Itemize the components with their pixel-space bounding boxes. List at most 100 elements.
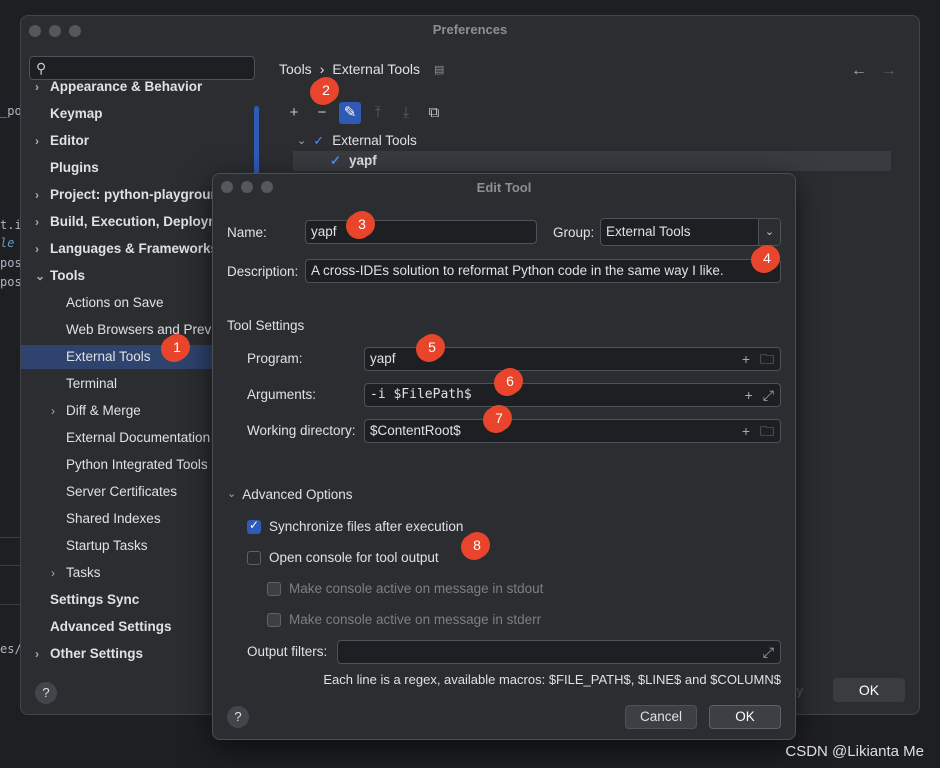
sidebar-item-label: Editor — [50, 133, 89, 148]
background-divider — [0, 565, 20, 566]
edit-tool-button[interactable]: ✎ — [339, 102, 361, 124]
cancel-button[interactable]: Cancel — [625, 705, 697, 729]
output-filters-field[interactable]: ⤢ — [337, 640, 781, 664]
back-arrow-icon[interactable]: ← — [851, 62, 867, 80]
description-field[interactable]: A cross-IDEs solution to reformat Python… — [305, 259, 781, 283]
stdout-checkbox[interactable] — [267, 581, 281, 596]
annotation-badge: 4 — [754, 245, 780, 271]
chevron-down-icon[interactable]: ⌄ — [35, 264, 45, 288]
sidebar-item-label: Settings Sync — [50, 592, 140, 607]
chevron-right-icon[interactable]: › — [35, 642, 39, 666]
chevron-down-icon[interactable]: ⌄ — [297, 131, 306, 151]
preferences-ok-button[interactable]: OK — [833, 678, 905, 702]
tool-enabled-checkbox[interactable] — [329, 151, 343, 171]
breadcrumb-root[interactable]: Tools — [279, 61, 312, 77]
watermark: CSDN @Likianta Me — [785, 743, 924, 760]
chevron-right-icon[interactable]: › — [51, 561, 55, 585]
sidebar-item-label: Tools — [50, 268, 85, 283]
sidebar-item-label: Web Browsers and Preview — [66, 322, 232, 337]
stderr-checkbox[interactable] — [267, 612, 281, 627]
breadcrumb-current: External Tools — [332, 61, 421, 77]
background-code-line: le — [0, 236, 15, 250]
stdout-label: Make console active on message in stdout — [289, 581, 544, 596]
chevron-right-icon[interactable]: › — [35, 237, 39, 261]
sidebar-item-label: Diff & Merge — [66, 403, 141, 418]
sidebar-item-label: Python Integrated Tools — [66, 457, 208, 472]
sidebar-item-label: Actions on Save — [66, 295, 164, 310]
annotation-badge: 2 — [313, 77, 339, 103]
background-code-line: es/ — [0, 642, 22, 656]
sidebar-item-label: Advanced Settings — [50, 619, 172, 634]
insert-macro-icon[interactable]: + — [745, 384, 753, 406]
breadcrumb-separator: › — [319, 61, 325, 77]
insert-macro-icon[interactable]: + — [742, 420, 750, 442]
working-directory-field[interactable]: $ContentRoot$ + 🗀 — [364, 419, 781, 443]
move-up-button[interactable]: ⤒ — [367, 102, 389, 124]
chevron-right-icon[interactable]: › — [35, 75, 39, 99]
sidebar-item[interactable]: Keymap — [21, 102, 253, 126]
dialog-title: Edit Tool — [476, 180, 532, 195]
program-field-icons: + 🗀 — [742, 348, 774, 370]
open-console-label: Open console for tool output — [269, 550, 439, 565]
dialog-help-button[interactable]: ? — [227, 706, 249, 728]
preferences-help-button[interactable]: ? — [35, 682, 57, 704]
output-filters-hint: Each line is a regex, available macros: … — [323, 672, 781, 687]
insert-macro-icon[interactable]: + — [742, 348, 750, 370]
tree-group-external-tools[interactable]: ⌄ External Tools — [297, 131, 417, 151]
expand-icon[interactable]: ⤢ — [763, 641, 774, 663]
open-console-checkbox[interactable] — [247, 550, 261, 565]
chevron-right-icon[interactable]: › — [35, 210, 39, 234]
sync-files-checkbox[interactable] — [247, 518, 261, 534]
name-label: Name: — [227, 225, 267, 240]
apply-button-fragment: y — [796, 683, 804, 698]
background-divider — [0, 537, 20, 538]
sidebar-item[interactable]: › Editor — [21, 129, 253, 153]
annotation-badge: 5 — [419, 334, 445, 360]
expand-icon[interactable]: ⤢ — [763, 384, 774, 406]
forward-arrow-icon[interactable]: → — [881, 62, 897, 80]
sidebar-item-label: External Documentation — [66, 430, 211, 445]
background-code-line: pos — [0, 275, 22, 289]
ok-button[interactable]: OK — [709, 705, 781, 729]
tree-item-yapf[interactable]: yapf — [293, 151, 891, 171]
tree-group-label: External Tools — [332, 133, 417, 148]
program-value: yapf — [370, 351, 396, 366]
browse-folder-icon[interactable]: 🗀 — [760, 420, 774, 442]
window-title: Preferences — [432, 22, 508, 37]
remove-tool-button[interactable]: − — [311, 102, 333, 124]
chevron-down-icon[interactable]: ⌄ — [758, 219, 780, 245]
chevron-right-icon[interactable]: › — [51, 399, 55, 423]
group-enabled-checkbox[interactable] — [312, 131, 326, 151]
stderr-option[interactable]: Make console active on message in stderr — [267, 612, 541, 627]
group-combobox[interactable]: External Tools ⌄ — [600, 218, 781, 246]
dialog-titlebar: Edit Tool — [213, 174, 795, 200]
sidebar-item[interactable]: › Appearance & Behavior — [21, 75, 253, 99]
sidebar-item-label: Tasks — [66, 565, 101, 580]
advanced-options-toggle[interactable]: ⌄ Advanced Options — [227, 487, 353, 502]
sidebar-item-label: Startup Tasks — [66, 538, 148, 553]
edit-tool-dialog: Edit Tool Name: yapf Group: External Too… — [212, 173, 796, 740]
sidebar-item-label: Plugins — [50, 160, 99, 175]
arguments-label: Arguments: — [247, 387, 317, 402]
annotation-badge: 8 — [464, 532, 490, 558]
sync-files-option[interactable]: Synchronize files after execution — [247, 518, 463, 534]
arguments-field[interactable]: -i $FilePath$ + ⤢ — [364, 383, 781, 407]
open-console-option[interactable]: Open console for tool output — [247, 550, 439, 565]
annotation-badge: 7 — [486, 405, 512, 431]
preferences-titlebar: Preferences — [21, 16, 919, 44]
add-tool-button[interactable]: + — [283, 102, 305, 124]
sidebar-item-label: Terminal — [66, 376, 118, 391]
name-field[interactable]: yapf — [305, 220, 537, 244]
advanced-options-label: Advanced Options — [242, 487, 353, 502]
chevron-right-icon[interactable]: › — [35, 183, 39, 207]
sidebar-item-label: Other Settings — [50, 646, 144, 661]
settings-scope-icon: ▤ — [434, 63, 445, 76]
move-down-button[interactable]: ⤓ — [395, 102, 417, 124]
chevron-right-icon[interactable]: › — [35, 129, 39, 153]
browse-folder-icon[interactable]: 🗀 — [760, 348, 774, 370]
background-divider — [0, 604, 20, 605]
working-directory-value: $ContentRoot$ — [370, 423, 461, 438]
description-label: Description: — [227, 264, 299, 279]
stdout-option[interactable]: Make console active on message in stdout — [267, 581, 543, 596]
copy-tool-button[interactable]: ⧉ — [423, 102, 445, 124]
